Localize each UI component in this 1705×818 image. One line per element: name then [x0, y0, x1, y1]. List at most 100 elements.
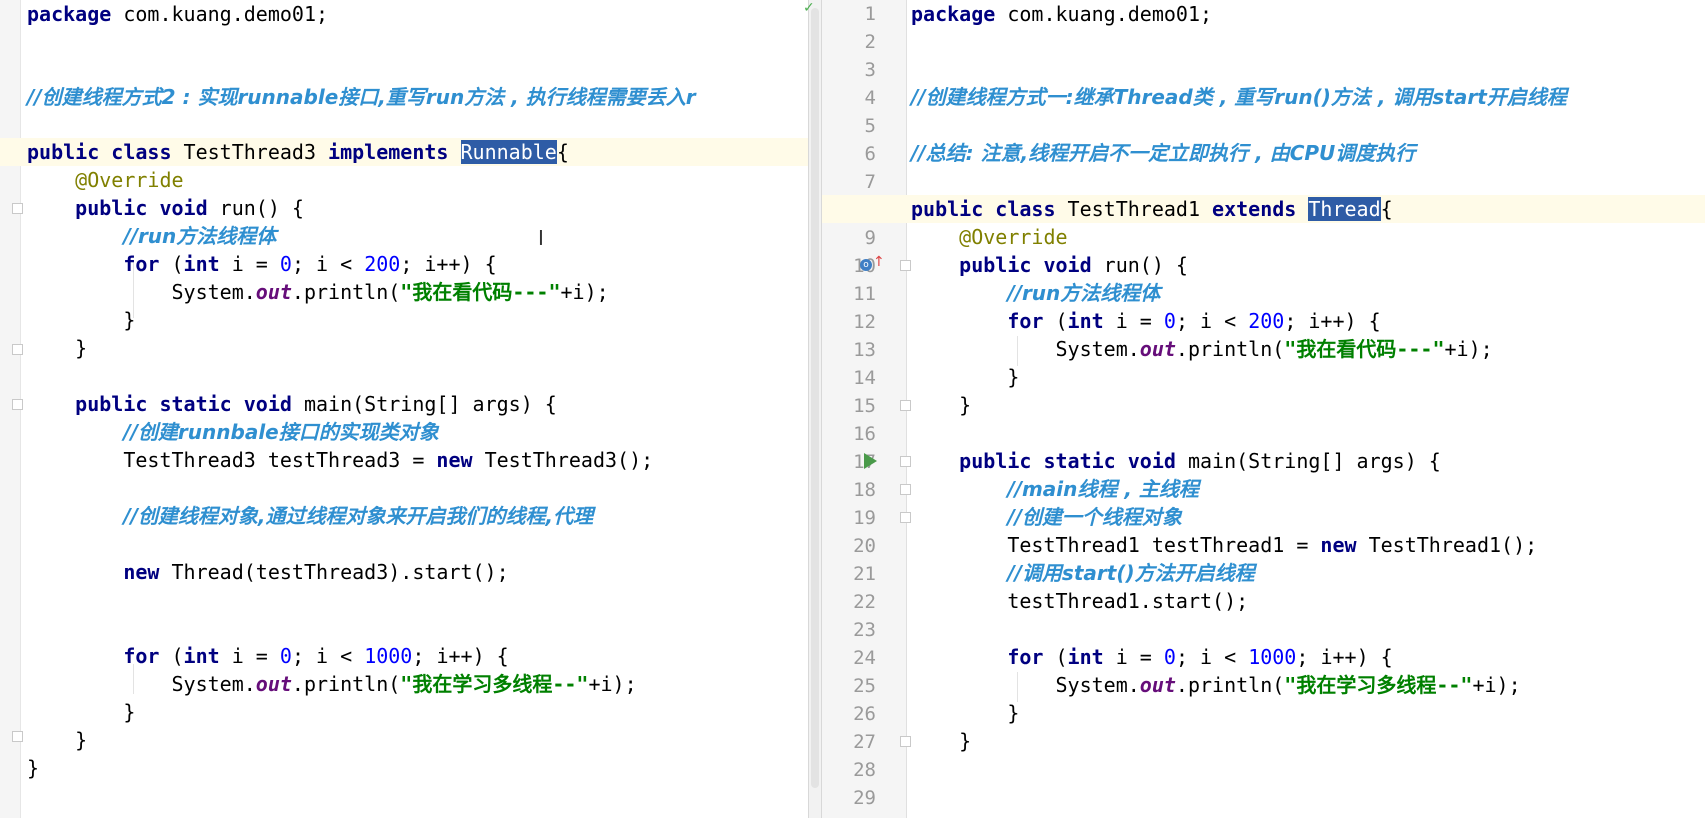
- code-line[interactable]: //调用start()方法开启线程: [822, 559, 1705, 587]
- code-line[interactable]: for (int i = 0; i < 200; i++) {: [822, 307, 1705, 335]
- code-text: .println(: [1175, 673, 1285, 697]
- code-text: (: [1043, 645, 1068, 669]
- code-line[interactable]: for (int i = 0; i < 200; i++) {: [0, 250, 808, 278]
- class-name: TestThread1: [1055, 197, 1213, 221]
- code-text: +i);: [560, 280, 609, 304]
- code-line[interactable]: testThread1.start();: [822, 587, 1705, 615]
- code-line[interactable]: //创建线程方式2 : 实现runnable接口,重写run方法 , 执行线程需…: [0, 83, 808, 111]
- method-signature: main(String[] args) {: [291, 392, 557, 416]
- code-line[interactable]: System.out.println("我在看代码---"+i);: [822, 335, 1705, 363]
- code-line[interactable]: System.out.println("我在学习多线程--"+i);: [822, 671, 1705, 699]
- code-text: i =: [1103, 309, 1164, 333]
- code-text: ; i++) {: [400, 252, 497, 276]
- code-line[interactable]: //run方法线程体: [0, 222, 808, 250]
- code-line[interactable]: //创建一个线程对象: [822, 503, 1705, 531]
- code-line[interactable]: }: [0, 334, 808, 362]
- selected-identifier[interactable]: Runnable: [460, 140, 557, 164]
- text-cursor-icon: Ι: [538, 226, 544, 250]
- code-text: ; i <: [291, 252, 365, 276]
- string-literal: "我在学习多线程--": [400, 672, 589, 696]
- brace: }: [123, 700, 136, 724]
- line-number: 2: [864, 31, 876, 53]
- number-literal: 0: [279, 252, 292, 276]
- code-line[interactable]: //创建线程方式一:继承Thread类 , 重写run()方法 , 调用star…: [822, 83, 1705, 111]
- code-line[interactable]: @Override: [822, 223, 1705, 251]
- code-line[interactable]: }: [0, 726, 808, 754]
- scrollbar-thumb[interactable]: [811, 8, 819, 788]
- package-name: com.kuang.demo01;: [995, 2, 1213, 26]
- code-line[interactable]: package com.kuang.demo01;: [822, 0, 1705, 28]
- code-line[interactable]: //创建线程对象,通过线程对象来开启我们的线程,代理: [0, 502, 808, 530]
- code-text: TestThread1();: [1356, 533, 1538, 557]
- keyword: package: [911, 2, 996, 26]
- keyword: static: [147, 392, 232, 416]
- brace: {: [556, 140, 569, 164]
- comment: //创建线程对象,通过线程对象来开启我们的线程,代理: [123, 504, 594, 528]
- code-line[interactable]: new Thread(testThread3).start();: [0, 558, 808, 586]
- line-number: 5: [864, 115, 876, 137]
- keyword: public: [75, 392, 148, 416]
- code-line[interactable]: for (int i = 0; i < 1000; i++) {: [0, 642, 808, 670]
- code-text: TestThread3 testThread3 =: [123, 448, 437, 472]
- comment: //run方法线程体: [123, 224, 277, 248]
- comment: //调用start()方法开启线程: [1007, 561, 1255, 585]
- code-line[interactable]: public static void main(String[] args) {: [0, 390, 808, 418]
- code-text: ; i <: [291, 644, 365, 668]
- code-line[interactable]: }: [0, 698, 808, 726]
- inspection-ok-icon[interactable]: ✓: [803, 0, 815, 16]
- code-text: TestThread1 testThread1 =: [1007, 533, 1321, 557]
- code-text: .println(: [291, 672, 401, 696]
- code-text: (: [159, 644, 184, 668]
- code-line[interactable]: //main线程 , 主线程: [822, 475, 1705, 503]
- brace: }: [1007, 365, 1020, 389]
- static-field: out: [1139, 673, 1176, 697]
- code-text: +i);: [588, 672, 637, 696]
- code-line[interactable]: }: [0, 754, 808, 782]
- code-line[interactable]: TestThread3 testThread3 = new TestThread…: [0, 446, 808, 474]
- editor-splitter[interactable]: [808, 0, 822, 818]
- code-line[interactable]: public static void main(String[] args) {: [822, 447, 1705, 475]
- code-line[interactable]: //创建runnbale接口的实现类对象: [0, 418, 808, 446]
- code-line[interactable]: System.out.println("我在学习多线程--"+i);: [0, 670, 808, 698]
- code-line[interactable]: }: [822, 363, 1705, 391]
- left-editor[interactable]: package com.kuang.demo01; //创建线程方式2 : 实现…: [0, 0, 808, 818]
- keyword: int: [1067, 309, 1104, 333]
- code-line[interactable]: package com.kuang.demo01;: [0, 0, 808, 28]
- number-literal: 0: [1163, 645, 1176, 669]
- number-literal: 0: [1163, 309, 1176, 333]
- keyword: package: [27, 2, 112, 26]
- code-line[interactable]: //总结: 注意,线程开启不一定立即执行 , 由CPU调度执行: [822, 139, 1705, 167]
- code-text: TestThread3();: [472, 448, 654, 472]
- number-literal: 200: [364, 252, 401, 276]
- code-line[interactable]: }: [0, 306, 808, 334]
- keyword: class: [99, 140, 172, 164]
- keyword: for: [1007, 309, 1044, 333]
- code-line[interactable]: @Override: [0, 166, 808, 194]
- keyword: void: [1115, 449, 1176, 473]
- code-line[interactable]: TestThread1 testThread1 = new TestThread…: [822, 531, 1705, 559]
- code-line[interactable]: //run方法线程体: [822, 279, 1705, 307]
- code-line[interactable]: public void run() {: [0, 194, 808, 222]
- string-literal: "我在看代码---": [1284, 337, 1445, 361]
- code-line[interactable]: }: [822, 699, 1705, 727]
- code-line[interactable]: }: [822, 727, 1705, 755]
- right-editor[interactable]: 1234567891011121314151617181920212223242…: [822, 0, 1705, 818]
- code-line[interactable]: System.out.println("我在看代码---"+i);: [0, 278, 808, 306]
- keyword: int: [1067, 645, 1104, 669]
- keyword: public: [911, 197, 984, 221]
- code-line[interactable]: for (int i = 0; i < 1000; i++) {: [822, 643, 1705, 671]
- code-text: testThread1.start();: [1007, 589, 1249, 613]
- keyword: public: [75, 196, 148, 220]
- code-text: (: [159, 252, 184, 276]
- annotation: @Override: [75, 168, 184, 192]
- code-line-current[interactable]: public class TestThread1 extends Thread{: [822, 195, 1705, 223]
- keyword: public: [27, 140, 100, 164]
- code-text: System.: [1055, 337, 1140, 361]
- keyword: new: [123, 560, 160, 584]
- selected-identifier[interactable]: Thread: [1308, 197, 1381, 221]
- keyword: implements: [328, 140, 449, 164]
- code-text: ; i <: [1175, 645, 1249, 669]
- code-line[interactable]: public void run() {: [822, 251, 1705, 279]
- code-line[interactable]: }: [822, 391, 1705, 419]
- code-line-current[interactable]: public class TestThread3 implements Runn…: [0, 138, 808, 166]
